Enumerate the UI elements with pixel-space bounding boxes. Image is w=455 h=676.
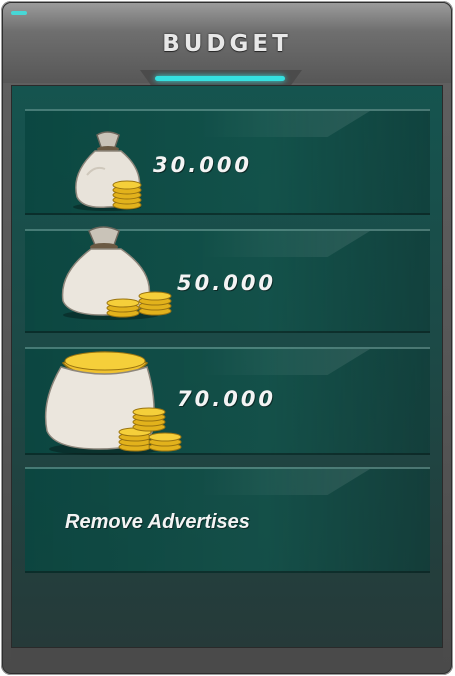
budget-window: BUDGET 30.000 50.000 70.000 Remove Adver… <box>0 0 455 676</box>
remove-ads-label: Remove Advertises <box>65 511 250 533</box>
budget-option-50000[interactable]: 50.000 <box>25 226 430 333</box>
page-title: BUDGET <box>162 31 292 57</box>
header-glow-bar <box>155 76 285 81</box>
amount-label: 30.000 <box>153 153 253 177</box>
money-bag-small-icon <box>73 131 142 211</box>
money-bag-large-icon <box>44 351 182 455</box>
item-shine <box>200 111 370 137</box>
item-shine <box>200 469 370 495</box>
money-bag-medium-icon <box>61 226 172 320</box>
amount-label: 50.000 <box>177 271 277 295</box>
budget-option-30000[interactable]: 30.000 <box>25 109 430 215</box>
window-footer <box>11 648 443 668</box>
budget-option-70000[interactable]: 70.000 <box>25 347 430 455</box>
remove-ads-button[interactable]: Remove Advertises <box>25 467 430 573</box>
header-accent-left <box>11 11 27 15</box>
item-shine <box>200 349 370 375</box>
budget-panel: 30.000 50.000 70.000 Remove Advertises <box>11 85 443 648</box>
item-shine <box>200 231 370 257</box>
amount-label: 70.000 <box>177 387 277 411</box>
